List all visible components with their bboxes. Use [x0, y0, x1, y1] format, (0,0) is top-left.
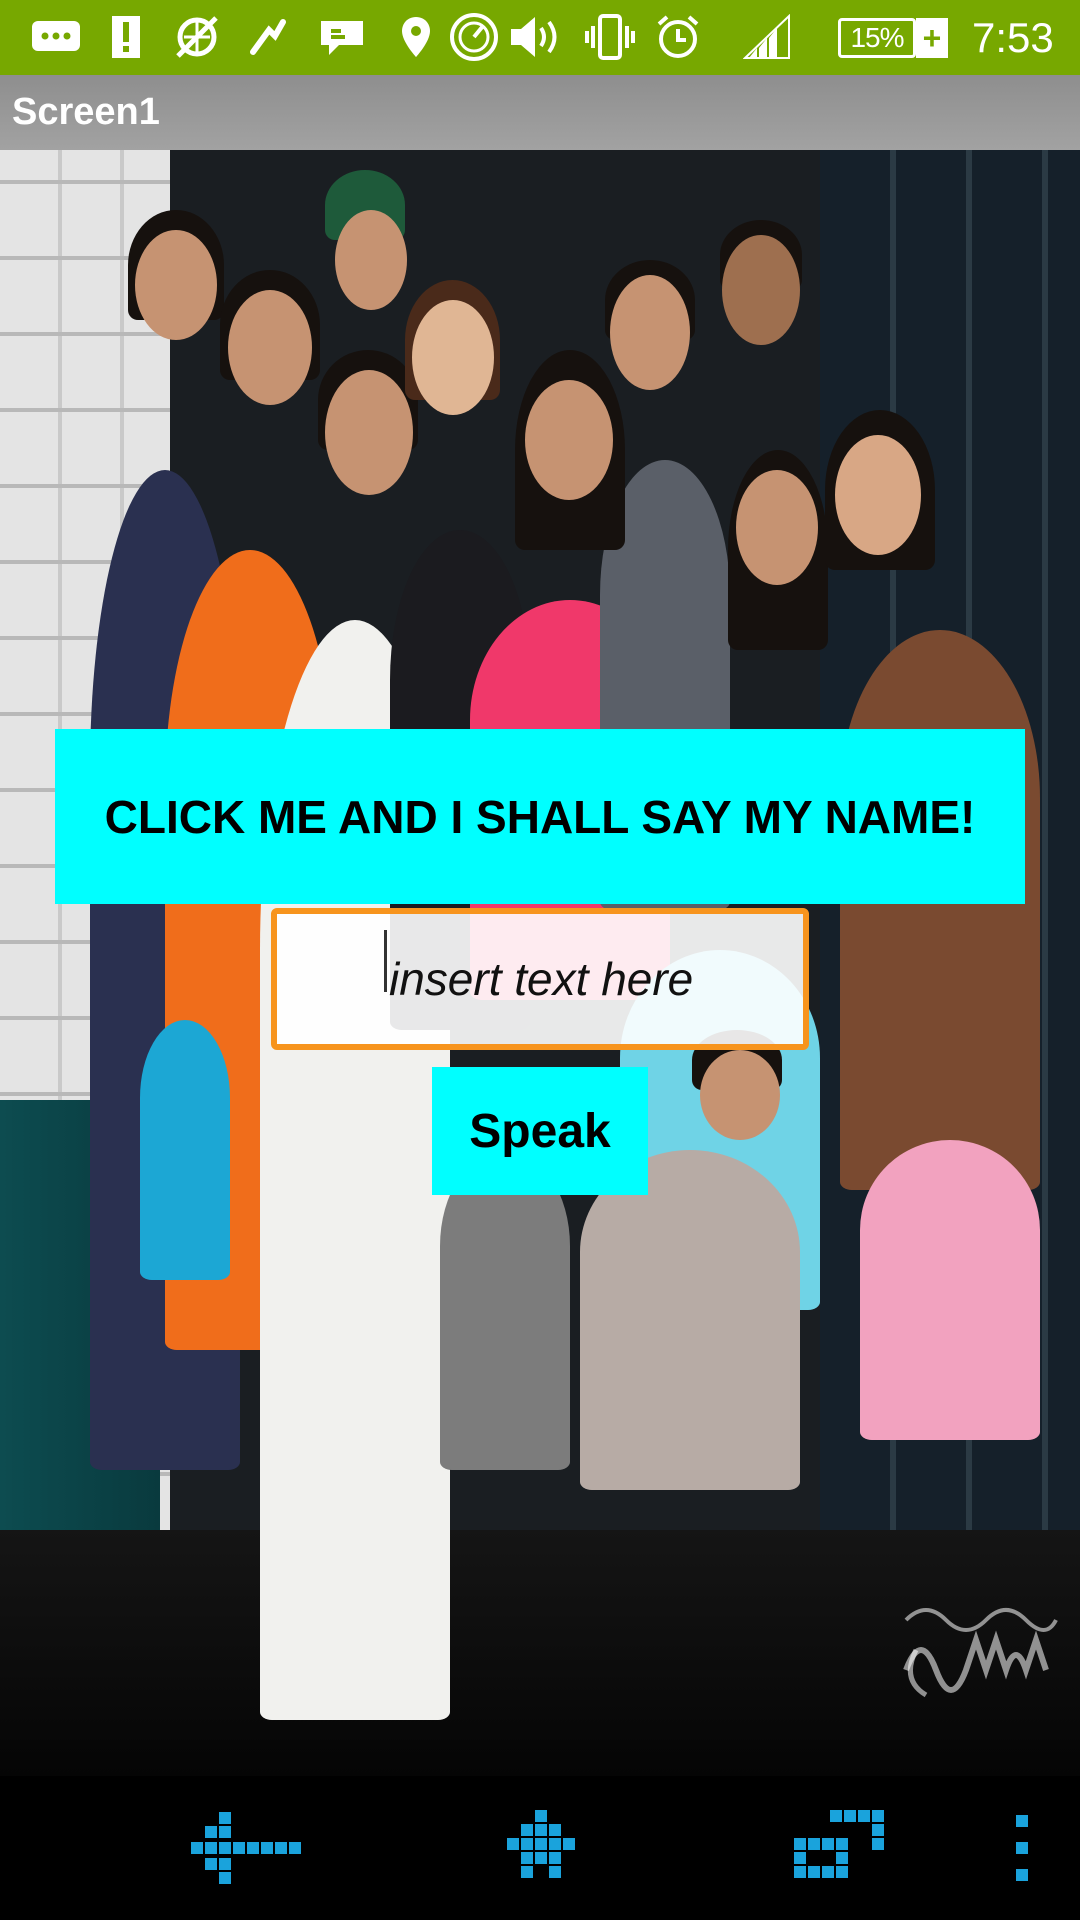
- alert-icon: [108, 14, 144, 60]
- face: [412, 300, 494, 415]
- person: [440, 1150, 570, 1470]
- battery-level: 15%: [850, 22, 904, 53]
- face: [335, 210, 407, 310]
- speak-button[interactable]: Speak: [432, 1067, 648, 1195]
- location-icon: [398, 14, 434, 60]
- chat-icon: [318, 14, 366, 60]
- status-bar: 15% + 7:53: [0, 0, 1080, 75]
- volume-icon: [508, 14, 566, 60]
- person: [840, 630, 1040, 1190]
- menu-icon[interactable]: [1010, 1806, 1034, 1890]
- recents-icon[interactable]: [788, 1806, 888, 1890]
- title-bar: Screen1: [0, 75, 1080, 150]
- text-input[interactable]: [271, 908, 809, 1050]
- face: [228, 290, 312, 405]
- messages-icon: [28, 14, 84, 60]
- navigation-bar: [0, 1776, 1080, 1920]
- face: [325, 370, 413, 495]
- text-cursor: [384, 930, 387, 992]
- back-icon[interactable]: [186, 1806, 306, 1890]
- charging-icon: +: [916, 18, 948, 58]
- face: [525, 380, 613, 500]
- face: [736, 470, 818, 585]
- face: [135, 230, 217, 340]
- person: [580, 1150, 800, 1490]
- photographer-watermark: [896, 1590, 1066, 1710]
- vibrate-icon: [582, 14, 638, 60]
- battery-indicator: 15%: [838, 18, 916, 58]
- face: [610, 275, 690, 390]
- say-name-button[interactable]: CLICK ME AND I SHALL SAY MY NAME!: [55, 729, 1025, 904]
- face: [835, 435, 921, 555]
- home-icon[interactable]: [496, 1806, 586, 1890]
- no-sync-icon: [172, 14, 222, 60]
- clock: 7:53: [972, 14, 1054, 61]
- person: [140, 1020, 230, 1280]
- signal-icon: [742, 14, 792, 60]
- face: [722, 235, 800, 345]
- face: [700, 1050, 780, 1140]
- alarm-icon: [654, 14, 702, 60]
- screen-title: Screen1: [12, 91, 160, 133]
- speedometer-icon: [448, 13, 500, 61]
- phone-icon: [246, 14, 290, 60]
- person: [860, 1140, 1040, 1440]
